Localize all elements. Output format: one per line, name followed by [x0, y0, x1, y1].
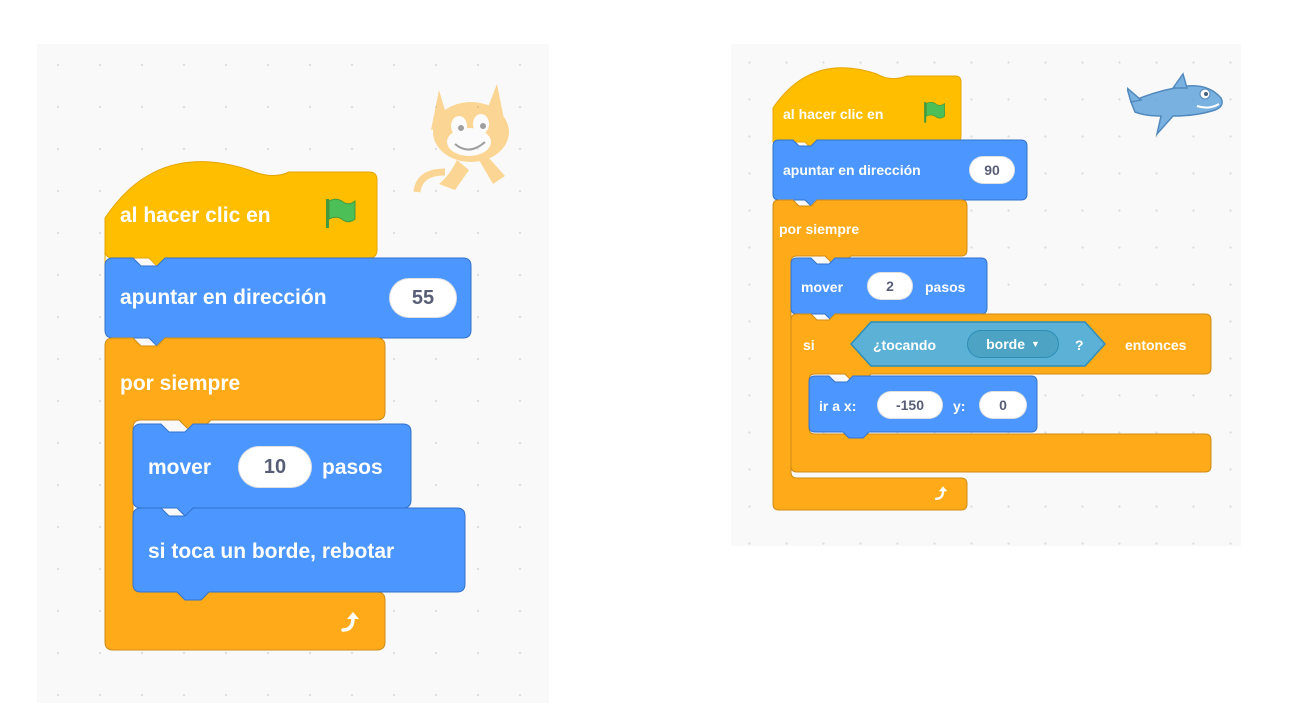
x-value: -150	[895, 397, 925, 413]
direction-input[interactable]: 55	[389, 278, 457, 318]
move-label: mover	[148, 456, 212, 479]
steps-input[interactable]: 10	[238, 446, 312, 488]
left-scripts-area: al hacer clic en apuntar en dirección 55…	[37, 44, 549, 703]
touching-label: ¿tocando	[873, 337, 936, 353]
direction-value: 55	[411, 286, 435, 309]
steps-value: 2	[886, 278, 894, 294]
direction-input[interactable]: 90	[969, 156, 1015, 184]
right-scripts-area: al hacer clic en apuntar en dirección 90…	[731, 44, 1241, 546]
loop-arrow-icon	[341, 612, 359, 632]
move-label: mover	[801, 279, 844, 295]
point-direction-label: apuntar en dirección	[120, 286, 327, 309]
forever-label: por siempre	[120, 372, 241, 395]
y-label: y:	[953, 398, 966, 414]
steps-value: 10	[263, 455, 287, 478]
touching-menu-value: borde	[986, 336, 1025, 352]
loop-arrow-icon	[934, 486, 948, 501]
dropdown-caret-icon: ▼	[1030, 339, 1040, 349]
point-direction-label: apuntar en dirección	[783, 162, 921, 178]
steps-input[interactable]: 2	[867, 272, 913, 300]
direction-value: 90	[984, 162, 1000, 178]
x-input[interactable]: -150	[877, 391, 943, 419]
move-suffix: pasos	[322, 456, 383, 479]
y-input[interactable]: 0	[979, 391, 1027, 419]
green-flag-icon	[924, 101, 945, 123]
when-flag-clicked-block[interactable]	[37, 44, 549, 703]
green-flag-icon	[326, 198, 356, 228]
then-label: entonces	[1125, 337, 1187, 353]
hat-label: al hacer clic en	[120, 204, 271, 227]
forever-label: por siempre	[779, 221, 860, 237]
hat-label: al hacer clic en	[783, 106, 884, 122]
goto-label: ir a x:	[819, 398, 857, 414]
move-suffix: pasos	[925, 279, 966, 295]
y-value: 0	[999, 397, 1007, 413]
bounce-label: si toca un borde, rebotar	[148, 540, 395, 563]
if-label: si	[803, 337, 815, 353]
touching-menu[interactable]: borde ▼	[967, 330, 1059, 358]
touching-question: ?	[1075, 337, 1084, 353]
